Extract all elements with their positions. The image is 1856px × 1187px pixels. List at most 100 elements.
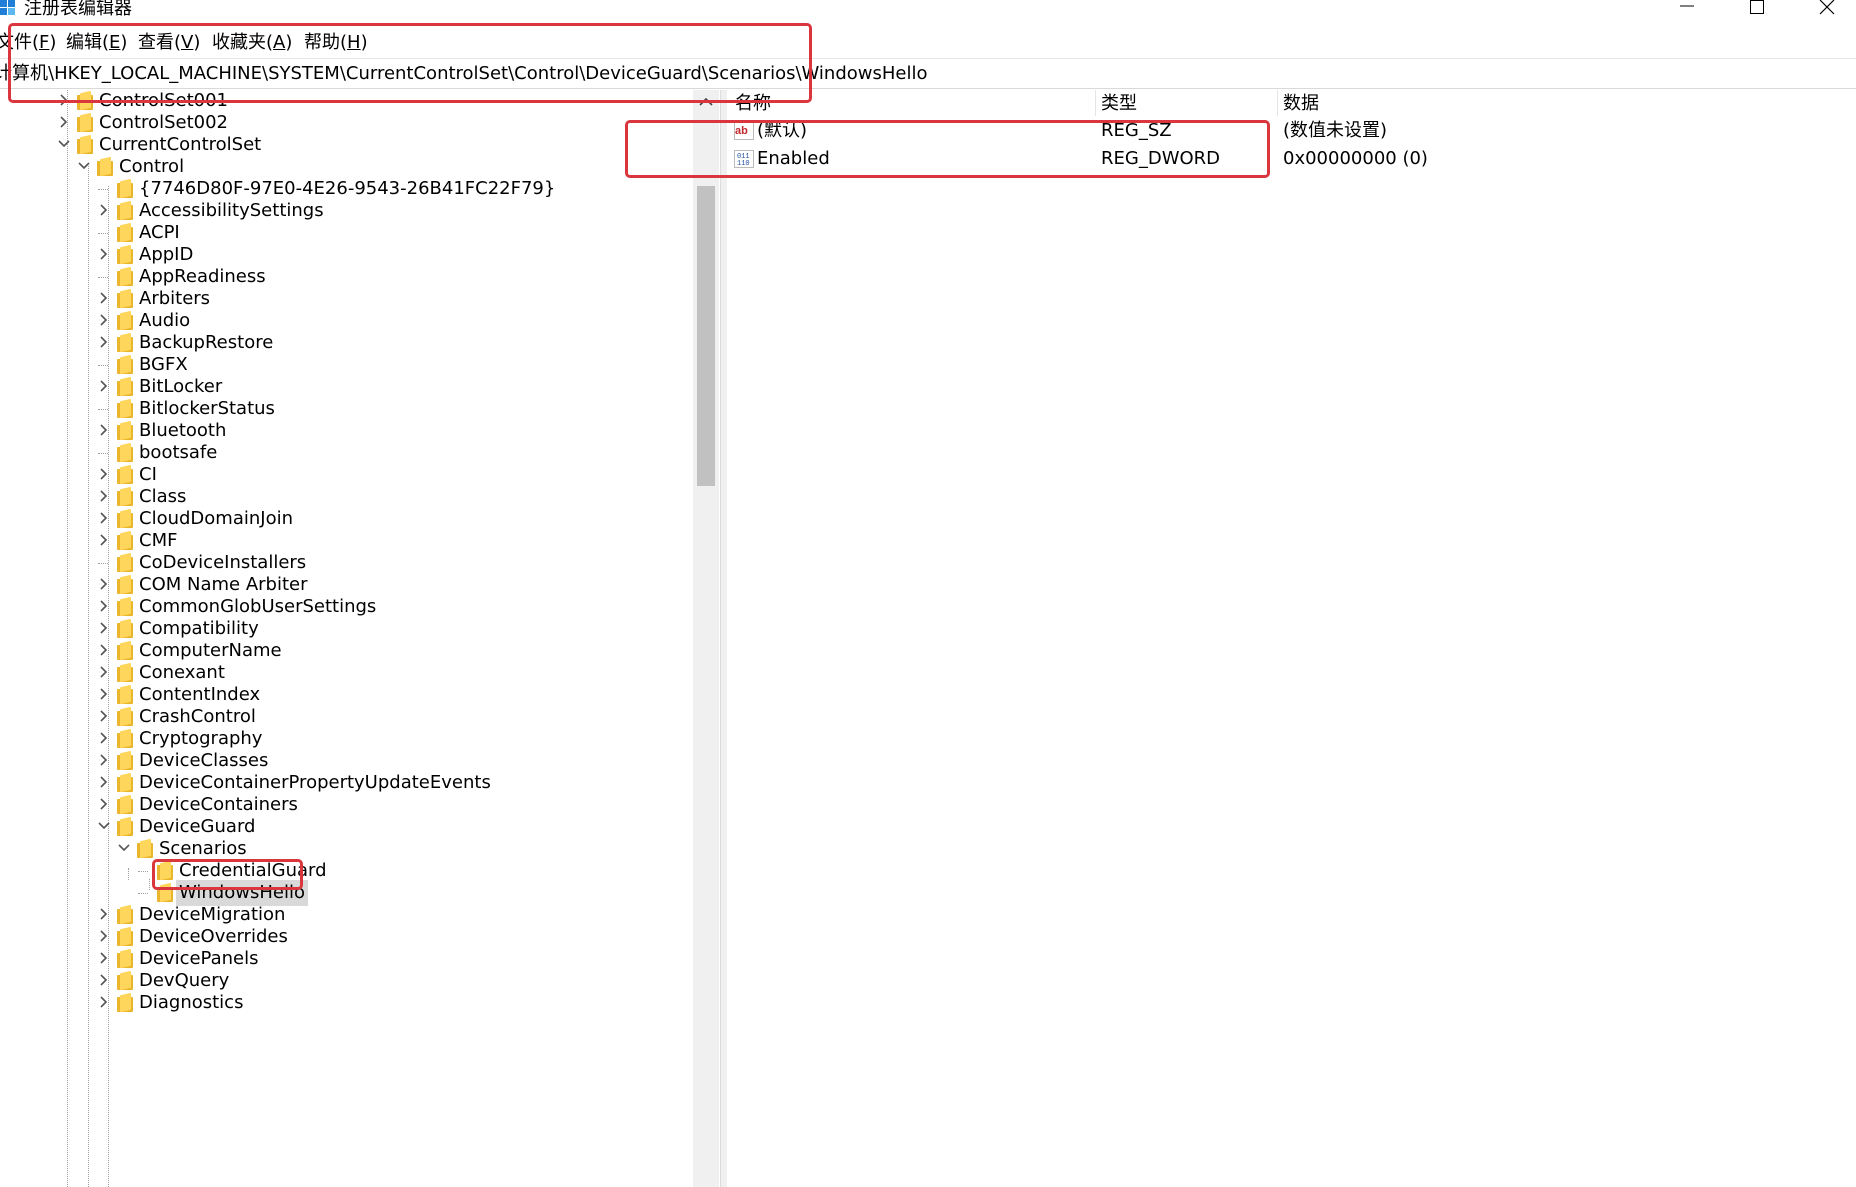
folder-icon <box>97 156 115 177</box>
folder-icon <box>117 398 135 419</box>
chevron-right-icon[interactable] <box>97 709 111 723</box>
chevron-right-icon[interactable] <box>97 577 111 591</box>
folder-icon <box>117 244 135 265</box>
tree-connector <box>98 189 108 190</box>
folder-icon <box>77 112 95 133</box>
tree-connector <box>98 277 108 278</box>
chevron-right-icon[interactable] <box>97 797 111 811</box>
chevron-right-icon[interactable] <box>97 775 111 789</box>
scroll-thumb[interactable] <box>697 186 715 486</box>
folder-icon <box>117 750 135 771</box>
value-data: (数值未设置) <box>1283 120 1388 141</box>
column-header-type[interactable]: 类型 <box>1101 92 1137 116</box>
chevron-right-icon[interactable] <box>97 753 111 767</box>
column-header-data[interactable]: 数据 <box>1283 92 1319 116</box>
folder-icon <box>117 706 135 727</box>
window-title: 注册表编辑器 <box>24 0 132 19</box>
tree-connector <box>98 453 108 454</box>
highlight-box-menu-address <box>8 23 812 103</box>
folder-icon <box>117 728 135 749</box>
folder-icon <box>117 926 135 947</box>
folder-icon <box>117 530 135 551</box>
folder-icon <box>137 838 155 859</box>
folder-icon <box>117 772 135 793</box>
close-button[interactable] <box>1810 0 1850 22</box>
chevron-right-icon[interactable] <box>97 203 111 217</box>
chevron-down-icon[interactable] <box>97 819 111 833</box>
chevron-right-icon[interactable] <box>57 115 71 129</box>
chevron-right-icon[interactable] <box>97 599 111 613</box>
folder-icon <box>117 310 135 331</box>
chevron-down-icon[interactable] <box>57 137 71 151</box>
folder-icon <box>117 816 135 837</box>
chevron-right-icon[interactable] <box>97 533 111 547</box>
folder-icon <box>117 992 135 1013</box>
highlight-box-windowshello <box>152 859 303 890</box>
tree-connector <box>98 365 108 366</box>
tree-item-label: Diagnostics <box>139 992 244 1013</box>
chevron-right-icon[interactable] <box>97 643 111 657</box>
chevron-right-icon[interactable] <box>97 511 111 525</box>
key-tree-pane[interactable]: ControlSet001 ControlSet002 CurrentControl… <box>0 90 700 1187</box>
tree-connector <box>98 563 108 564</box>
minimize-button[interactable] <box>1670 0 1710 22</box>
chevron-down-icon[interactable] <box>77 159 91 173</box>
folder-icon <box>117 508 135 529</box>
folder-icon <box>117 640 135 661</box>
pane-splitter[interactable] <box>720 90 727 1187</box>
chevron-right-icon[interactable] <box>97 313 111 327</box>
chevron-right-icon[interactable] <box>97 929 111 943</box>
value-data: 0x00000000 (0) <box>1283 148 1428 169</box>
folder-icon <box>117 178 135 199</box>
tree-connector <box>98 409 108 410</box>
chevron-right-icon[interactable] <box>97 467 111 481</box>
folder-icon <box>77 134 95 155</box>
chevron-right-icon[interactable] <box>97 335 111 349</box>
close-icon <box>1819 0 1835 15</box>
folder-icon <box>117 464 135 485</box>
folder-icon <box>117 574 135 595</box>
values-list-pane[interactable]: 名称 类型 数据 ab (默认) REG_SZ (数值未设置) 011 110 … <box>727 90 1856 1187</box>
regedit-app-icon <box>0 0 16 16</box>
folder-icon <box>117 222 135 243</box>
chevron-right-icon[interactable] <box>97 247 111 261</box>
chevron-right-icon[interactable] <box>97 995 111 1009</box>
folder-icon <box>117 332 135 353</box>
chevron-right-icon[interactable] <box>97 973 111 987</box>
tree-connector <box>98 233 108 234</box>
folder-icon <box>117 200 135 221</box>
chevron-right-icon[interactable] <box>97 379 111 393</box>
tree-item[interactable]: Diagnostics <box>0 990 690 1016</box>
maximize-icon <box>1750 0 1764 14</box>
chevron-down-icon[interactable] <box>117 841 131 855</box>
folder-icon <box>117 794 135 815</box>
folder-icon <box>117 618 135 639</box>
folder-icon <box>117 662 135 683</box>
chevron-right-icon[interactable] <box>97 951 111 965</box>
folder-icon <box>117 948 135 969</box>
chevron-right-icon[interactable] <box>97 489 111 503</box>
chevron-right-icon[interactable] <box>97 687 111 701</box>
folder-icon <box>117 596 135 617</box>
chevron-right-icon[interactable] <box>97 731 111 745</box>
chevron-right-icon[interactable] <box>97 665 111 679</box>
highlight-box-enabled-value <box>625 120 1270 178</box>
folder-icon <box>117 684 135 705</box>
chevron-right-icon[interactable] <box>97 423 111 437</box>
tree-scrollbar[interactable] <box>693 90 719 1187</box>
folder-icon <box>117 354 135 375</box>
folder-icon <box>117 288 135 309</box>
folder-icon <box>117 904 135 925</box>
folder-icon <box>117 486 135 507</box>
title-bar: 注册表编辑器 <box>0 0 1856 24</box>
minimize-icon <box>1680 5 1694 7</box>
column-divider[interactable] <box>1277 90 1278 116</box>
chevron-right-icon[interactable] <box>97 291 111 305</box>
chevron-right-icon[interactable] <box>97 621 111 635</box>
tree-connector <box>138 893 148 894</box>
folder-icon <box>117 442 135 463</box>
folder-icon <box>117 552 135 573</box>
chevron-right-icon[interactable] <box>97 907 111 921</box>
maximize-button[interactable] <box>1740 0 1780 22</box>
column-divider[interactable] <box>1095 90 1096 116</box>
